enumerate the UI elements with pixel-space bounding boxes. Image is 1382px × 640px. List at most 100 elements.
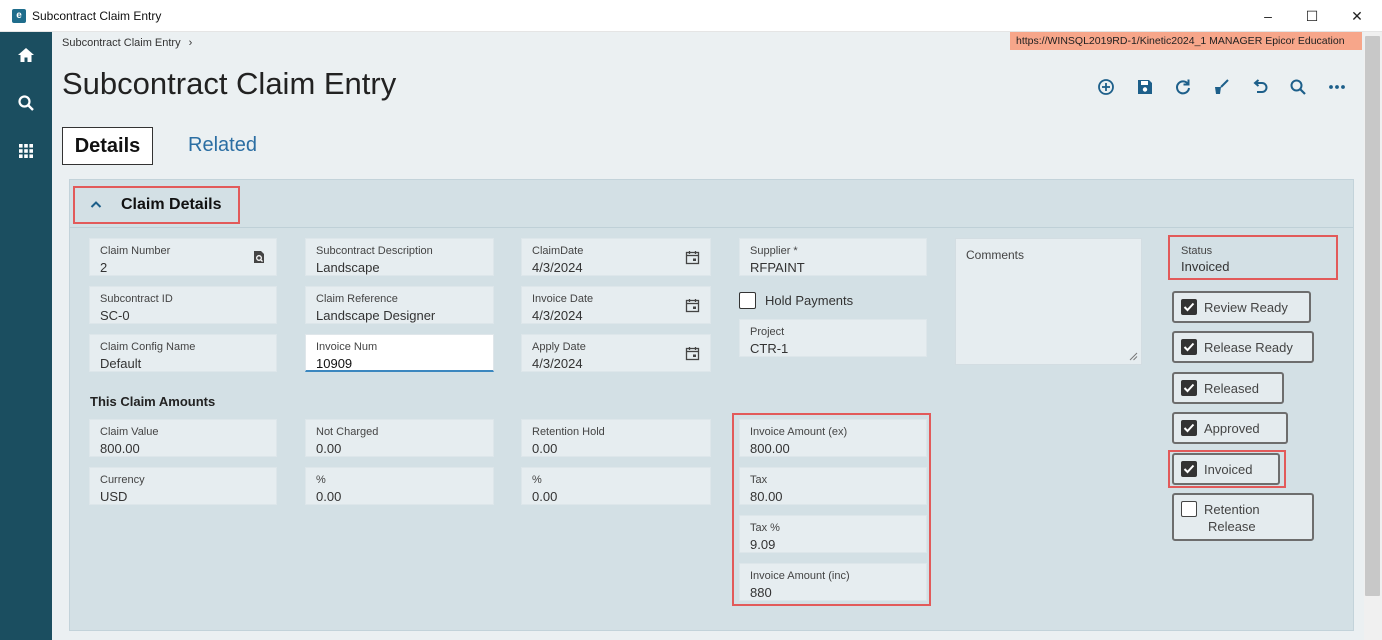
scrollbar-thumb[interactable] (1365, 36, 1380, 596)
checkbox-checked-icon (1181, 420, 1197, 436)
subcontract-id-field[interactable]: Subcontract ID SC-0 (89, 286, 277, 324)
hold-payments-box[interactable] (739, 292, 756, 309)
supplier-field[interactable]: Supplier * RFPAINT (739, 238, 927, 276)
status-label: Status (1181, 245, 1213, 257)
server-info-bar: https://WINSQL2019RD-1/Kinetic2024_1 MAN… (1010, 32, 1362, 50)
retention-percent-value: 0.00 (532, 489, 558, 504)
rail-search-button[interactable] (0, 82, 52, 126)
invoice-amount-inc-label: Invoice Amount (inc) (750, 570, 850, 582)
not-charged-field[interactable]: Not Charged 0.00 (305, 419, 494, 457)
retention-release-label: Retention Release (1204, 501, 1260, 535)
not-charged-percent-label: % (316, 474, 326, 486)
subcontract-description-value: Landscape (316, 260, 380, 275)
chevron-up-icon (90, 201, 102, 208)
supplier-value: RFPAINT (750, 260, 805, 275)
project-field[interactable]: Project CTR-1 (739, 319, 927, 357)
retention-release-checkbox[interactable]: Retention Release (1172, 493, 1314, 541)
refresh-icon (1176, 79, 1190, 95)
not-charged-value: 0.00 (316, 441, 342, 456)
claim-number-label: Claim Number (100, 245, 171, 257)
claim-details-section-header[interactable]: Claim Details (73, 186, 240, 224)
retention-percent-field[interactable]: % 0.00 (521, 467, 711, 505)
not-charged-percent-field[interactable]: % 0.00 (305, 467, 494, 505)
search-button[interactable] (1285, 74, 1311, 100)
invoice-num-field[interactable]: Invoice Num 10909 (305, 334, 494, 372)
claim-date-value: 4/3/2024 (532, 260, 583, 275)
claim-date-label: ClaimDate (532, 245, 584, 257)
currency-field[interactable]: Currency USD (89, 467, 277, 505)
invoice-num-label: Invoice Num (316, 341, 378, 353)
project-value: CTR-1 (750, 341, 789, 356)
calendar-icon[interactable] (685, 298, 700, 313)
calendar-icon[interactable] (685, 346, 700, 361)
save-icon (1138, 80, 1152, 94)
subcontract-description-field[interactable]: Subcontract Description Landscape (305, 238, 494, 276)
status-field: Status Invoiced (1170, 237, 1336, 278)
claim-reference-label: Claim Reference (316, 293, 398, 305)
breadcrumb[interactable]: Subcontract Claim Entry › (62, 37, 192, 49)
approved-label: Approved (1204, 421, 1260, 436)
project-label: Project (750, 326, 785, 338)
status-value: Invoiced (1181, 259, 1230, 274)
window-title-bar: e Subcontract Claim Entry – ☐ ✕ (0, 0, 1382, 32)
tab-related[interactable]: Related (188, 127, 257, 165)
apply-date-label: Apply Date (532, 341, 586, 353)
maximize-button[interactable]: ☐ (1289, 4, 1335, 28)
claim-value-field[interactable]: Claim Value 800.00 (89, 419, 277, 457)
claim-reference-value: Landscape Designer (316, 308, 436, 323)
add-icon (1098, 79, 1114, 95)
clear-icon (1215, 79, 1229, 94)
calendar-icon[interactable] (685, 250, 700, 265)
review-ready-checkbox[interactable]: Review Ready (1172, 291, 1311, 323)
comments-label: Comments (966, 248, 1025, 262)
claim-number-value: 2 (100, 260, 108, 275)
claim-date-field[interactable]: ClaimDate 4/3/2024 (521, 238, 711, 276)
retention-hold-label: Retention Hold (532, 426, 605, 438)
more-button[interactable] (1324, 74, 1350, 100)
claim-config-name-value: Default (100, 356, 142, 371)
released-checkbox[interactable]: Released (1172, 372, 1284, 404)
apply-date-field[interactable]: Apply Date 4/3/2024 (521, 334, 711, 372)
subcontract-description-label: Subcontract Description (316, 245, 433, 257)
lookup-icon[interactable] (252, 250, 266, 264)
checkbox-unchecked-icon (1181, 501, 1197, 517)
clear-button[interactable] (1208, 74, 1234, 100)
breadcrumb-separator: › (188, 37, 193, 49)
tax-value: 80.00 (750, 489, 783, 504)
invoiced-checkbox[interactable]: Invoiced (1172, 453, 1280, 485)
release-ready-label: Release Ready (1204, 340, 1293, 355)
close-button[interactable]: ✕ (1334, 4, 1380, 28)
claim-number-field[interactable]: Claim Number 2 (89, 238, 277, 276)
comments-textarea[interactable]: Comments (955, 238, 1142, 365)
approved-checkbox[interactable]: Approved (1172, 412, 1288, 444)
invoice-date-field[interactable]: Invoice Date 4/3/2024 (521, 286, 711, 324)
subcontract-id-value: SC-0 (100, 308, 130, 323)
invoice-amount-ex-field[interactable]: Invoice Amount (ex) 800.00 (739, 419, 927, 457)
claim-config-name-field[interactable]: Claim Config Name Default (89, 334, 277, 372)
tax-field[interactable]: Tax 80.00 (739, 467, 927, 505)
window-title: Subcontract Claim Entry (32, 9, 162, 23)
tax-percent-label: Tax % (750, 522, 780, 534)
subcontract-id-label: Subcontract ID (100, 293, 173, 305)
tab-details[interactable]: Details (62, 127, 153, 165)
tax-percent-field[interactable]: Tax % 9.09 (739, 515, 927, 553)
release-ready-checkbox[interactable]: Release Ready (1172, 331, 1314, 363)
checkbox-checked-icon (1181, 380, 1197, 396)
undo-button[interactable] (1247, 74, 1273, 100)
resize-grip-icon[interactable] (1129, 352, 1138, 361)
home-button[interactable] (0, 34, 52, 78)
apps-menu-button[interactable] (0, 130, 52, 174)
section-title: Claim Details (121, 196, 222, 213)
invoice-amount-inc-field[interactable]: Invoice Amount (inc) 880 (739, 563, 927, 601)
add-new-button[interactable] (1093, 74, 1119, 100)
claim-reference-field[interactable]: Claim Reference Landscape Designer (305, 286, 494, 324)
save-button[interactable] (1132, 74, 1158, 100)
retention-hold-field[interactable]: Retention Hold 0.00 (521, 419, 711, 457)
invoice-num-value[interactable]: 10909 (316, 356, 352, 371)
claim-config-name-label: Claim Config Name (100, 341, 196, 353)
refresh-button[interactable] (1170, 74, 1196, 100)
invoice-amount-inc-value: 880 (750, 585, 772, 600)
not-charged-percent-value: 0.00 (316, 489, 342, 504)
minimize-button[interactable]: – (1245, 4, 1291, 28)
breadcrumb-item[interactable]: Subcontract Claim Entry (62, 37, 181, 49)
